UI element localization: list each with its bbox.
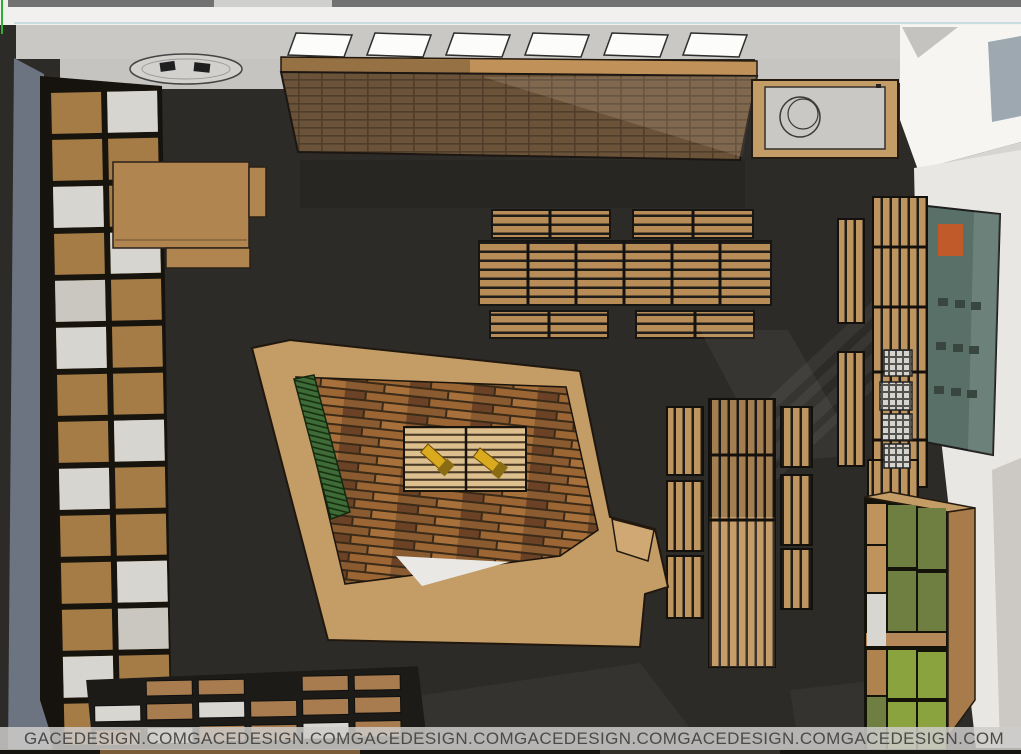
- bench: [667, 556, 703, 618]
- watermark-text: GACEDESIGN.COM: [24, 729, 187, 749]
- watermark-text: GACEDESIGN.COM: [351, 729, 514, 749]
- bench: [781, 549, 812, 609]
- interior-render: [0, 0, 1021, 754]
- wall-art: [925, 206, 1000, 455]
- hvac-top-panel: [765, 87, 885, 149]
- bench: [838, 352, 864, 466]
- locker-left-column: [867, 504, 886, 749]
- round-table-top: [130, 54, 242, 84]
- right-table-shadow: [709, 399, 775, 517]
- watermark-text: GACEDESIGN.COM: [677, 729, 840, 749]
- interior-render-viewport: GACEDESIGN.COM GACEDESIGN.COM GACEDESIGN…: [0, 0, 1021, 754]
- locker-side-panel: [948, 508, 975, 737]
- display-baskets: [880, 350, 912, 468]
- hvac-unit: [752, 80, 898, 158]
- watermark-bar: GACEDESIGN.COM GACEDESIGN.COM GACEDESIGN…: [0, 727, 1021, 750]
- bench: [781, 407, 812, 467]
- watermark-text: GACEDESIGN.COM: [841, 729, 1004, 749]
- entry-side-panel: [988, 36, 1021, 122]
- bench: [667, 407, 703, 475]
- bench: [838, 219, 864, 323]
- green-locker-unit: [864, 492, 975, 751]
- slat-wall-floor-shadow: [300, 160, 745, 208]
- bench: [781, 475, 812, 545]
- watermark-text: GACEDESIGN.COM: [187, 729, 350, 749]
- watermark-text: GACEDESIGN.COM: [514, 729, 677, 749]
- platform-display-table: [404, 427, 526, 491]
- seat-icon: [194, 62, 211, 73]
- bench: [667, 481, 703, 551]
- right-table-light: [709, 517, 775, 667]
- wall-art-seal: [938, 224, 963, 256]
- top-edge-bar-gap: [214, 0, 332, 7]
- top-edge-bar: [8, 0, 1021, 7]
- slat-display-wall: [281, 57, 757, 208]
